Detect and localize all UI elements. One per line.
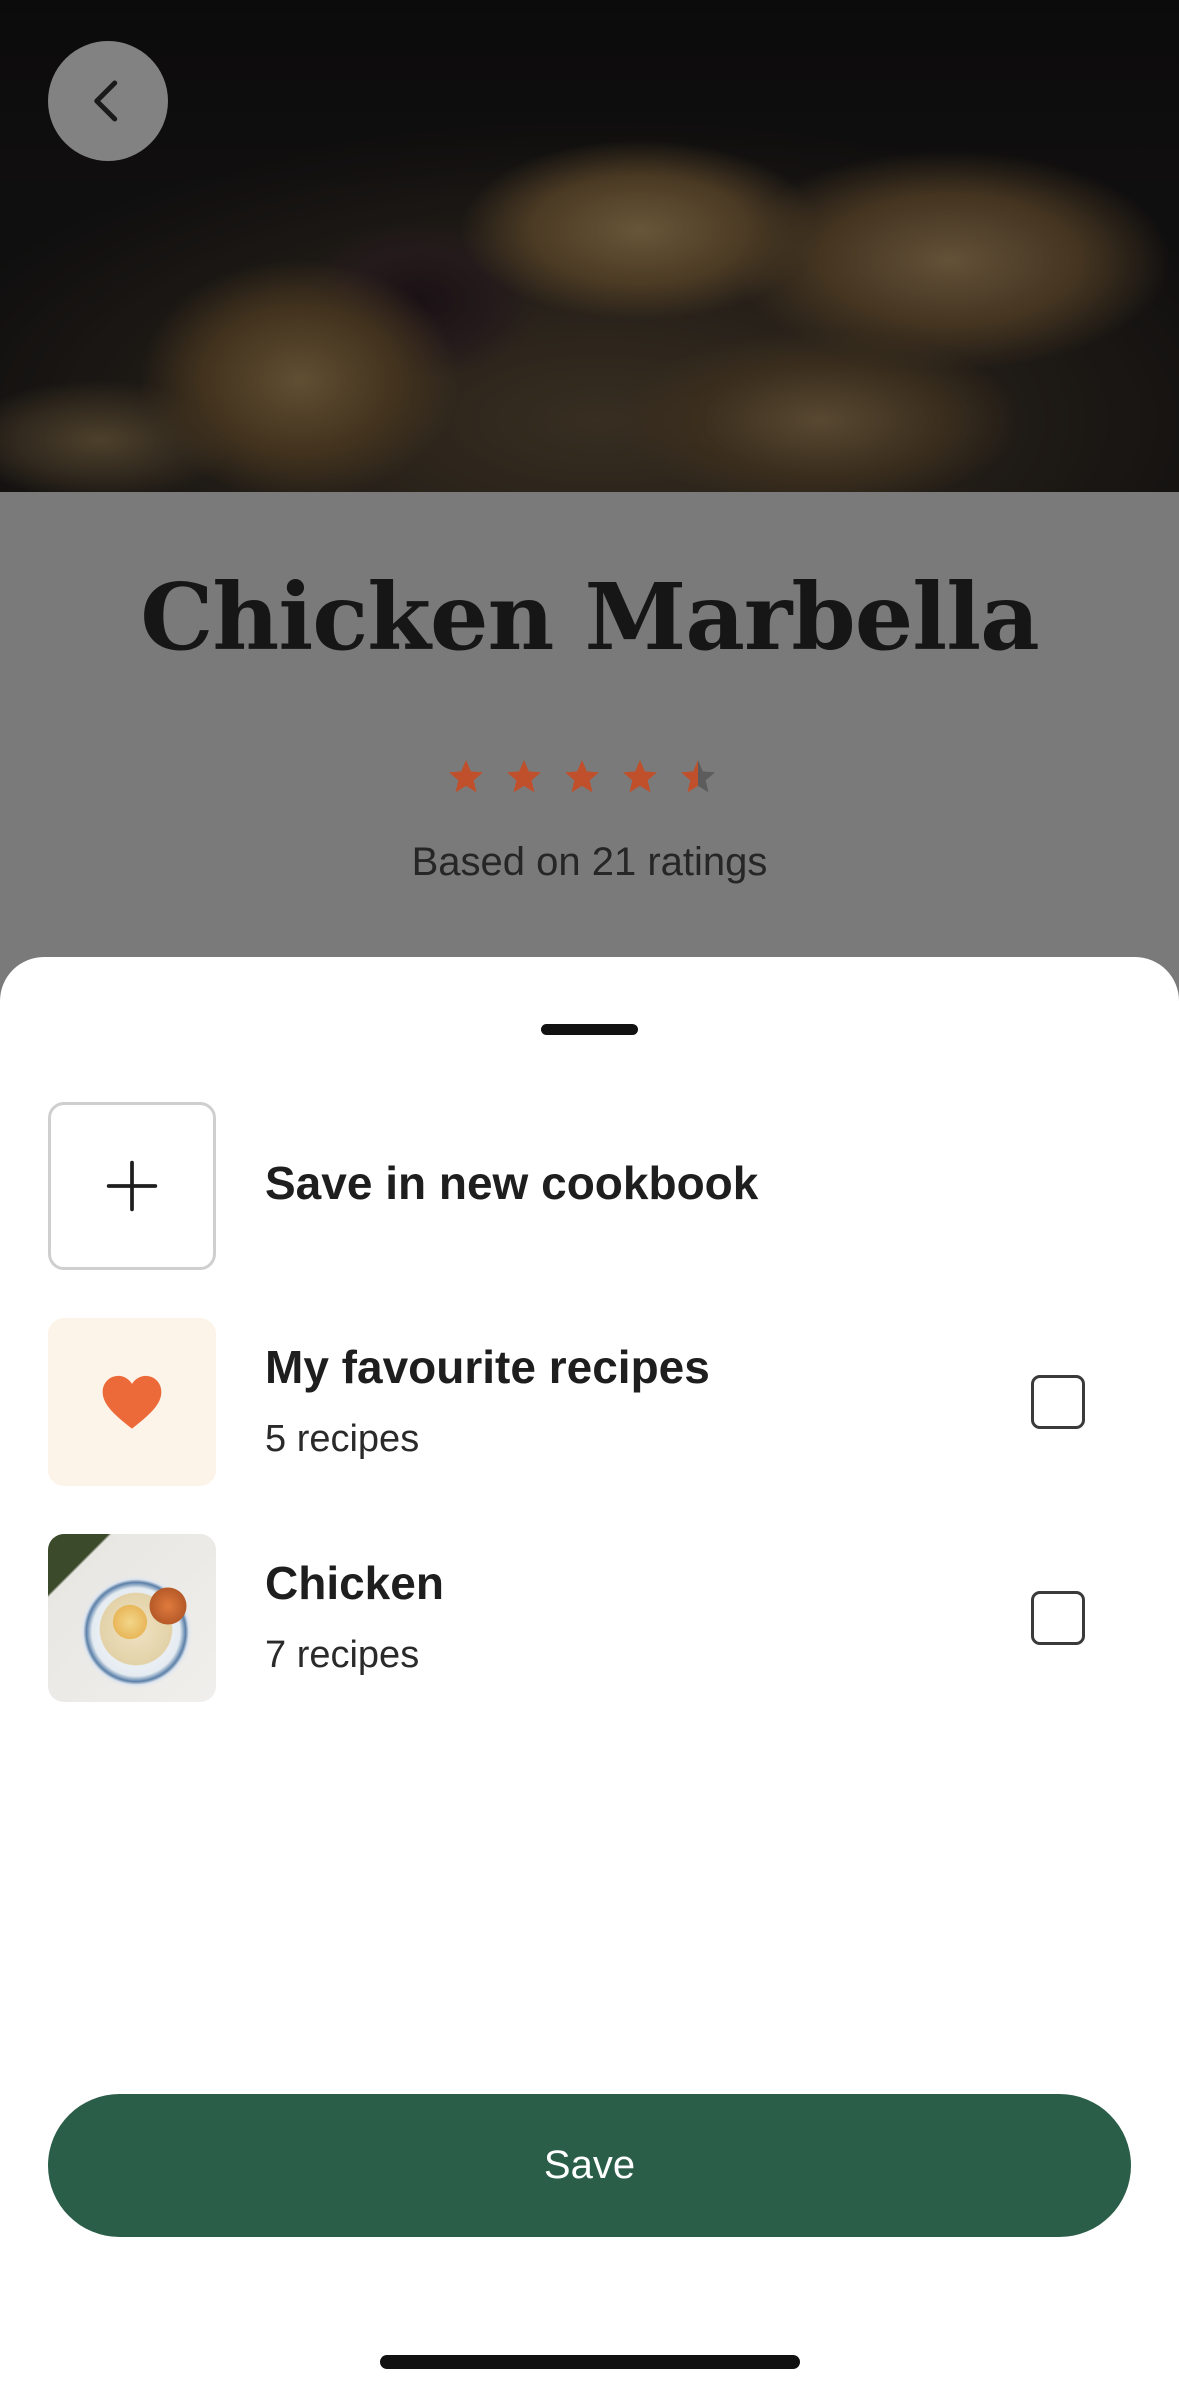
cookbook-checkbox[interactable] [1031, 1375, 1085, 1429]
new-cookbook-row[interactable]: Save in new cookbook [48, 1102, 1131, 1270]
recipe-hero-image [0, 0, 1179, 492]
sheet-grabber[interactable] [541, 1024, 638, 1035]
cookbook-recipe-count: 7 recipes [265, 1634, 420, 1676]
recipe-title: Chicken Marbella [140, 563, 1040, 671]
heart-icon [102, 1375, 162, 1429]
favourites-thumb [48, 1318, 216, 1486]
star-icon [449, 760, 483, 793]
new-cookbook-label: Save in new cookbook [265, 1157, 759, 1209]
back-button[interactable] [48, 41, 168, 161]
chevron-left-icon [94, 80, 118, 122]
star-icon [623, 760, 657, 793]
cookbook-row-chicken[interactable]: Chicken 7 recipes [48, 1534, 1131, 1702]
cookbook-photo-thumb [48, 1534, 216, 1702]
cookbook-title: Chicken [265, 1557, 444, 1609]
new-cookbook-thumb [48, 1102, 216, 1270]
save-to-cookbook-sheet: Save in new cookbook My favourite recipe… [0, 957, 1179, 2396]
plus-icon [106, 1160, 158, 1212]
cookbook-recipe-count: 5 recipes [265, 1418, 420, 1460]
rating-count-text: Based on 21 ratings [411, 840, 768, 884]
star-half-icon [681, 760, 715, 793]
save-button[interactable]: Save [48, 2094, 1131, 2237]
home-indicator [380, 2355, 800, 2369]
cookbook-row-favourites[interactable]: My favourite recipes 5 recipes [48, 1318, 1131, 1486]
cookbook-title: My favourite recipes [265, 1341, 710, 1393]
cookbook-checkbox[interactable] [1031, 1591, 1085, 1645]
star-icon [507, 760, 541, 793]
star-icon [565, 760, 599, 793]
rating-stars [446, 757, 718, 797]
